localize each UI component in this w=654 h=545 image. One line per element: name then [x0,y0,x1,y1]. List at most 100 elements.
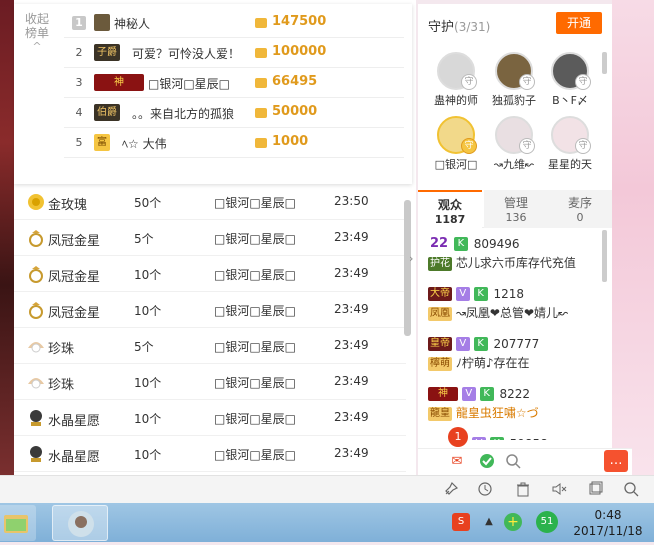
avatar: 守 [551,52,591,90]
noble-badge: 皇帝 [428,336,452,351]
shield-icon: 守 [519,74,535,90]
gift-name: 水晶星愿 [48,450,101,465]
audience-scrollbar[interactable] [602,230,607,282]
gift-name: 凤冠金星 [48,306,101,321]
avatar: 守 [437,52,477,90]
vip-badge-icon: V [455,286,470,301]
audience-item[interactable]: 22 K 809496 护花 芯儿求六币库存代充值 [428,232,604,272]
guard-member-name: 星星的天 [548,158,592,171]
gift-count: 5个 [134,340,154,354]
ranking-row[interactable]: 2 子爵 可爱？可怜没人爱！ 100000 [64,38,404,68]
ranking-panel: 收起榜单 ^ 1 神秘人 147500 2 子爵 可爱？可怜没人爱！ 10000… [14,4,412,184]
noble-badge: 伯爵 [94,104,120,121]
chat-bubble-icon[interactable]: … [604,450,628,472]
gift-row: 珍珠 5个 □银河□星辰□ 23:49 [14,328,406,364]
pin-icon[interactable] [442,481,460,499]
tray-badge[interactable]: 51 [536,511,558,533]
audience-tabs: 观众 1187 管理 136 麦序 0 [418,190,612,228]
k-badge-icon: K [473,336,488,351]
window-icon[interactable] [586,481,604,499]
gift-sender: □银河□星辰□ [214,376,297,390]
system-clock[interactable]: 0:48 2017/11/18 [568,507,648,539]
user-level: 22 [430,235,449,251]
gift-name: 水晶星愿 [48,414,101,429]
ranking-row[interactable]: 1 神秘人 147500 [64,8,404,38]
zoom-icon[interactable] [504,453,522,471]
chat-input-bar: ✉ [418,448,632,475]
ranking-amount: 100000 [272,44,327,59]
guard-member[interactable]: 守 独孤豹子 [486,52,542,108]
gift-list-scrollbar[interactable] [404,200,411,336]
refresh-icon[interactable] [476,481,494,499]
tab-mic-queue[interactable]: 麦序 0 [548,190,612,228]
guard-member[interactable]: 守 ↝九维↜ [486,116,542,172]
tray-expand-icon[interactable]: ▲ [480,513,498,531]
avatar: 守 [495,116,535,154]
audience-item[interactable]: 皇帝 V K 207777 檸萌 ﾉ柠萌♪存在在 [428,332,604,372]
audience-item[interactable]: 大帝 V K 1218 凤凰 ↝凤凰❤总管❤婧儿↜ [428,282,604,322]
gift-row: 金玫瑰 50个 □银河□星辰□ 23:50 [14,184,406,220]
coin-icon [254,15,268,29]
user-id: 809496 [473,236,520,251]
ranking-name: ﾍ☆ 大伟 [122,137,167,151]
check-icon[interactable] [478,453,496,471]
guard-member[interactable]: 守 星星的天 [542,116,598,172]
crown-star-gift-icon [26,300,46,320]
fan-badge: 护花 [428,256,452,271]
gift-time: 23:49 [334,338,369,352]
guard-member[interactable]: 守 蛊神的师 [428,52,484,108]
gift-row: 水晶星愿 10个 □银河□星辰□ 23:49 [14,436,406,472]
crystal-wish-gift-icon [26,408,46,428]
tab-label: 管理 [503,196,528,210]
search-icon[interactable] [622,481,640,499]
avatar: 守 [551,116,591,154]
gift-row: 凤冠金星 10个 □银河□星辰□ 23:49 [14,256,406,292]
gift-time: 23:49 [334,266,369,280]
gift-count: 10个 [134,304,162,318]
ranking-row[interactable]: 3 神 □银河□星辰□ 66495 [64,68,404,98]
guard-member[interactable]: 守 □银河□ [428,116,484,172]
gift-time: 23:49 [334,302,369,316]
vip-badge-icon: V [455,336,470,351]
ranking-row[interactable]: 5 富 ﾍ☆ 大伟 1000 [64,128,404,158]
mystery-user-icon [94,14,110,31]
user-id: 59858 [510,437,548,441]
mail-icon[interactable]: ✉ [448,453,466,471]
mute-icon[interactable] [550,481,568,499]
explorer-taskbar-icon[interactable] [0,505,36,541]
crystal-wish-gift-icon [26,444,46,464]
pearl-gift-icon [26,336,46,356]
user-nickname: 龍皇虫狂嘯☆づ [455,406,539,420]
ranking-row[interactable]: 4 伯爵 。。来自北方的孤狼 50000 [64,98,404,128]
gift-name: 凤冠金星 [48,234,101,249]
tab-admins[interactable]: 管理 136 [484,190,548,228]
chevron-right-icon[interactable]: › [409,252,413,265]
background-strip [0,0,14,475]
audience-item[interactable]: 神 V K 8222 龍皇 龍皇虫狂嘯☆づ [428,382,604,422]
coin-icon [254,45,268,59]
open-guard-button[interactable]: 开通 [556,12,602,34]
gift-count: 5个 [134,232,154,246]
collapse-ranking-button[interactable]: 收起榜单 ^ [22,12,52,54]
guard-member-name: B丶F〆 [552,94,588,107]
gift-sender: □银河□星辰□ [214,448,297,462]
gift-name: 珍珠 [48,342,75,357]
fan-badge: 龍皇 [428,406,452,421]
gift-sender: □银河□星辰□ [214,196,297,210]
live-app-taskbar-icon[interactable] [52,505,108,541]
ranking-name: 。。来自北方的孤狼 [132,107,235,121]
security-tray-icon[interactable]: + [504,513,522,531]
delete-icon[interactable] [514,481,532,499]
tab-count: 0 [576,211,584,224]
gift-sender: □银河□星辰□ [214,304,297,318]
tab-audience[interactable]: 观众 1187 [418,190,482,228]
gift-count: 10个 [134,268,162,282]
rank-number: 5 [75,136,83,149]
notification-badge[interactable]: 1 [448,427,468,447]
guard-member[interactable]: 守 B丶F〆 [542,52,598,108]
ranking-amount: 1000 [272,134,309,149]
user-nickname: 芯儿求六币库存代充值 [455,256,576,270]
guard-scrollbar[interactable] [602,52,607,74]
collapse-label: 收起榜单 [24,12,49,40]
sogou-input-icon[interactable]: S [452,513,470,531]
